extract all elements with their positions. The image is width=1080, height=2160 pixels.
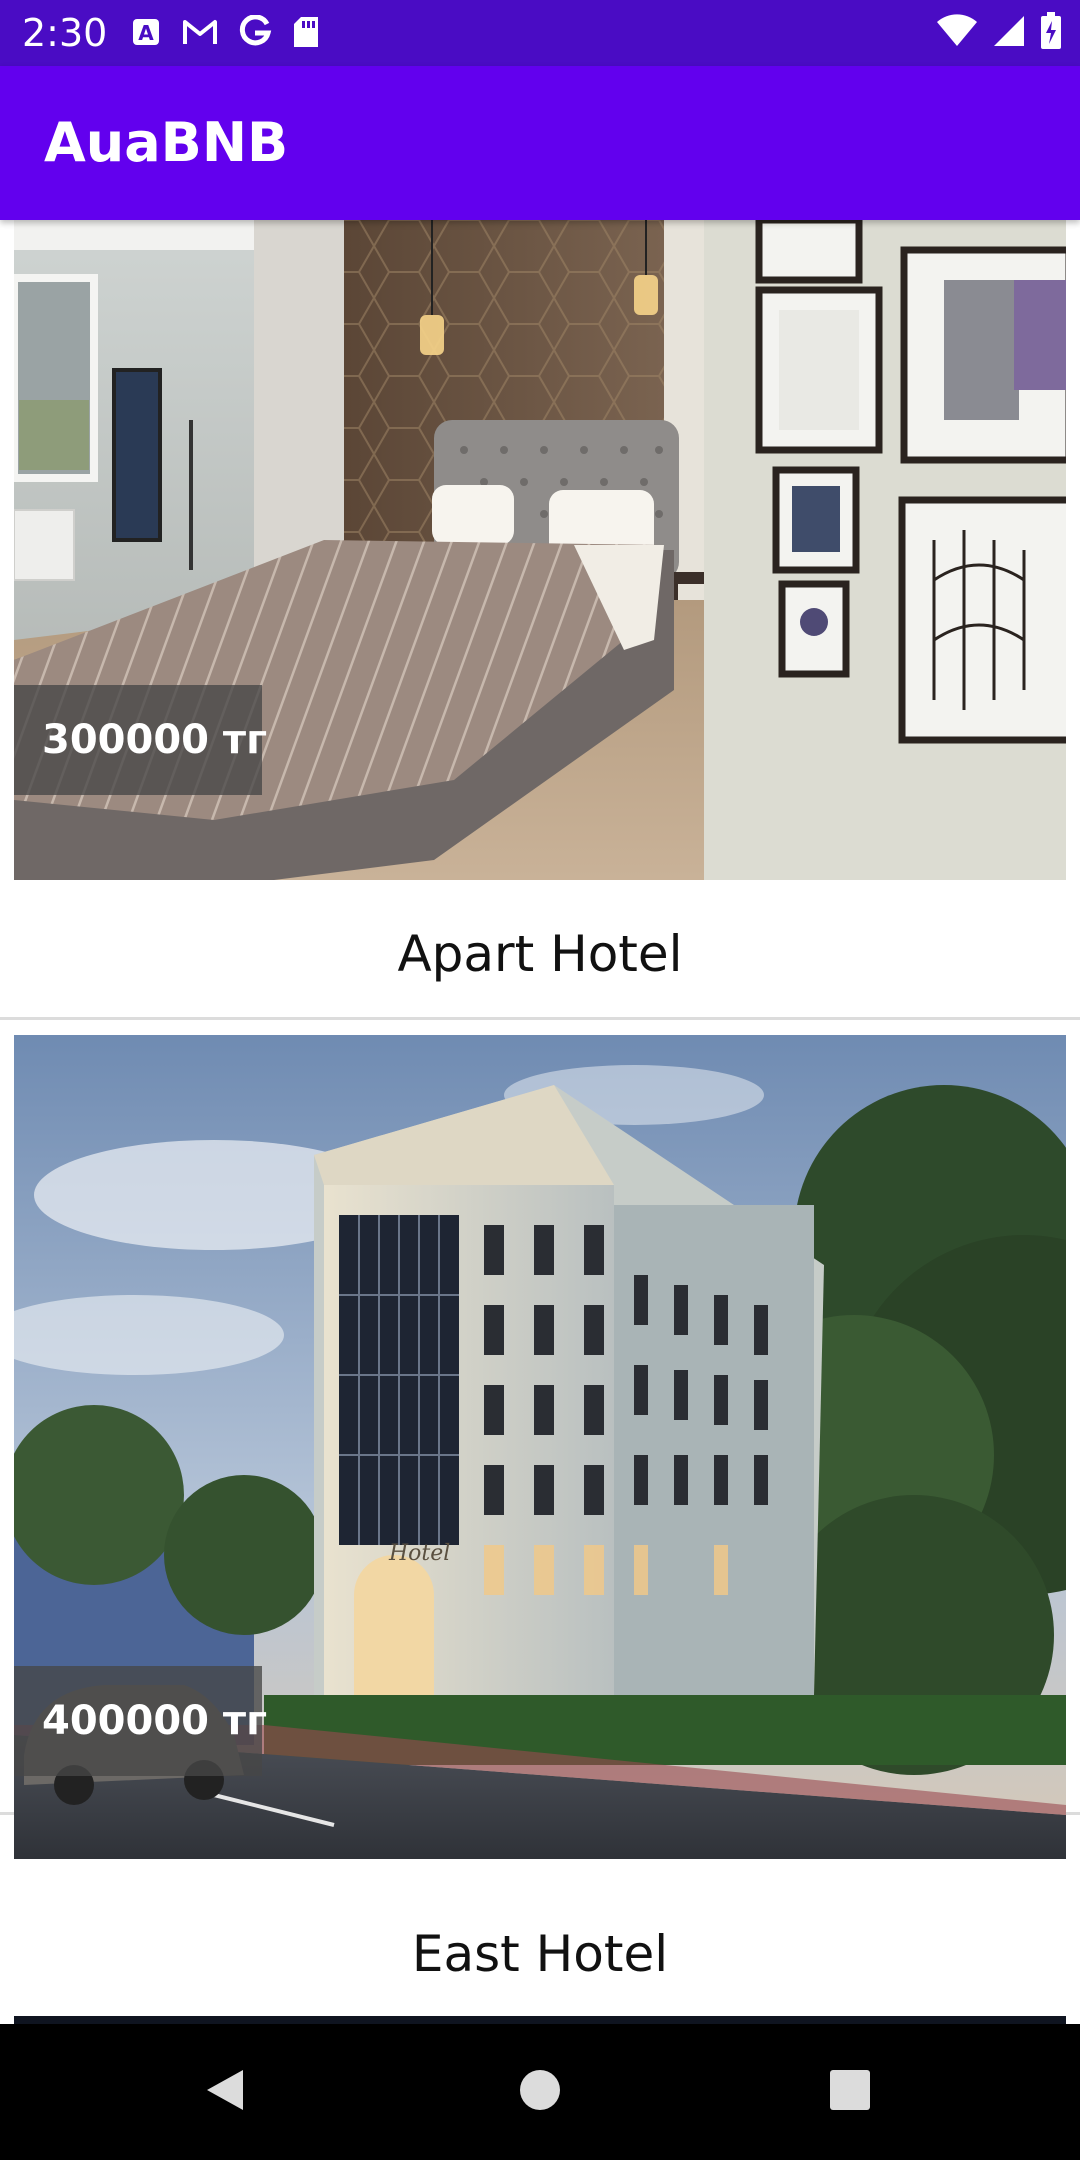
home-icon	[518, 2068, 562, 2117]
navigation-bar	[0, 2024, 1080, 2160]
system-icons	[936, 11, 1062, 55]
price-badge: 400000 тг	[14, 1666, 267, 1776]
svg-text:Hotel: Hotel	[388, 1541, 450, 1566]
hotel-list[interactable]: 300000 тг Apart Hotel Hotel 400000 тг Ea…	[0, 220, 1080, 2024]
recents-button[interactable]	[780, 2024, 920, 2160]
hotel-building-exterior-photo: Hotel 400000 тг	[14, 1035, 1066, 1859]
app-bar: AuaBNB	[0, 66, 1080, 220]
listing-card[interactable]: Hotel 400000 тг East Hotel	[0, 1035, 1080, 1983]
notification-icons: A	[130, 13, 320, 54]
app-title: AuaBNB	[44, 111, 289, 174]
sd-card-icon	[292, 15, 320, 54]
recents-icon	[829, 2069, 871, 2116]
hotel-photo-partially-visible	[14, 2016, 1066, 2024]
status-time: 2:30	[22, 11, 108, 55]
hotel-bedroom-photo: 300000 тг	[14, 220, 1066, 880]
price-badge: 300000 тг	[14, 685, 267, 795]
listing-title: Apart Hotel	[397, 925, 683, 983]
gmail-icon	[182, 17, 218, 52]
translate-a-icon: A	[130, 16, 162, 53]
google-g-icon	[238, 13, 272, 54]
home-button[interactable]	[470, 2024, 610, 2160]
wifi-icon	[936, 13, 978, 53]
svg-text:A: A	[138, 21, 154, 45]
battery-charging-icon	[1040, 11, 1062, 55]
status-bar: 2:30 A	[0, 0, 1080, 66]
listing-title: East Hotel	[411, 1925, 669, 1983]
listing-card[interactable]	[0, 2016, 1080, 2024]
back-icon	[203, 2066, 247, 2119]
back-button[interactable]	[155, 2024, 295, 2160]
cell-signal-icon	[992, 14, 1026, 53]
listing-card[interactable]: 300000 тг Apart Hotel	[0, 220, 1080, 1020]
